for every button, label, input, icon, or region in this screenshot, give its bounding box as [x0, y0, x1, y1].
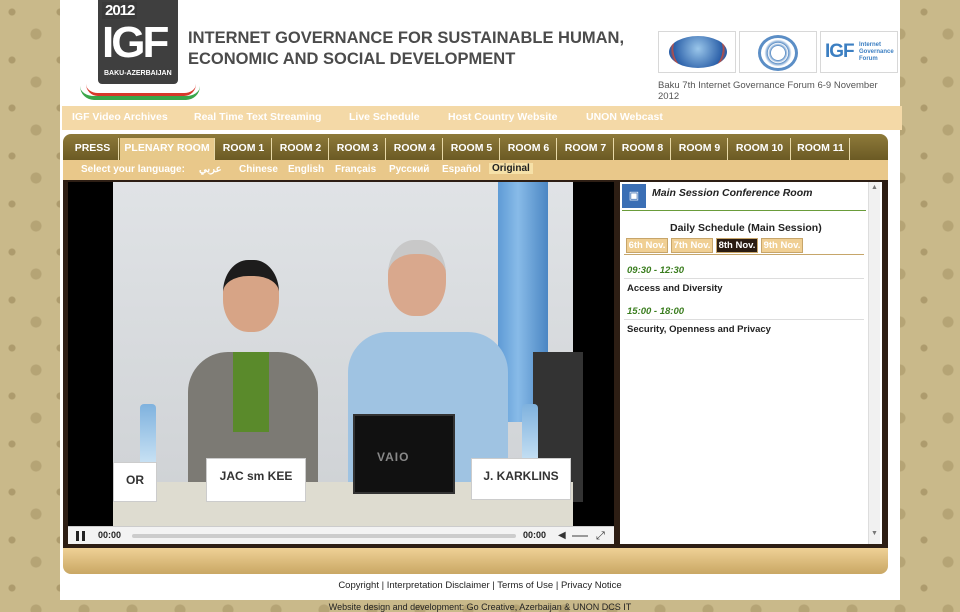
footer-links[interactable]: Copyright | Interpretation Disclaimer | …	[60, 580, 900, 591]
un-emblem-icon	[758, 35, 798, 71]
volume-icon[interactable]: ◀	[558, 530, 566, 541]
nav-video-archives[interactable]: IGF Video Archives	[72, 111, 168, 123]
video-player[interactable]: VAIO OR JAC sm KEE J. KARKLINS	[68, 182, 614, 526]
site-title: INTERNET GOVERNANCE FOR SUSTAINABLE HUMA…	[188, 28, 628, 70]
divider	[624, 319, 864, 320]
tab-room-4[interactable]: ROOM 4	[387, 138, 443, 160]
slot-title[interactable]: Access and Diversity	[627, 283, 723, 294]
bottom-bar	[63, 548, 888, 574]
igf-logo[interactable]: 2012 IGF BAKU-AZERBAIJAN	[72, 0, 200, 104]
progress-bar[interactable]	[132, 534, 516, 538]
laptop: VAIO	[353, 414, 455, 494]
language-original[interactable]: Original	[489, 163, 533, 174]
video-person-left-scarf	[233, 352, 269, 432]
page-container: 2012 IGF BAKU-AZERBAIJAN INTERNET GOVERN…	[60, 0, 902, 600]
igf-small-logo-text: IGF	[825, 41, 855, 62]
volume-slider[interactable]	[572, 535, 588, 537]
logo-text: IGF	[102, 18, 169, 67]
day-tab-9-nov[interactable]: 9th Nov.	[761, 238, 803, 253]
language-bar: Select your language: عربي Chinese Engli…	[63, 160, 888, 180]
tab-room-5[interactable]: ROOM 5	[444, 138, 500, 160]
divider	[624, 254, 864, 255]
day-tab-7-nov[interactable]: 7th Nov.	[671, 238, 713, 253]
top-nav: IGF Video Archives Real Time Text Stream…	[62, 106, 902, 130]
pause-icon[interactable]	[76, 531, 85, 541]
language-label: Select your language:	[81, 164, 185, 175]
footer-credit: Website design and development: Go Creat…	[328, 602, 632, 612]
logo-year: 2012	[102, 2, 138, 19]
divider	[624, 278, 864, 279]
divider	[622, 210, 866, 211]
logo-subtitle: BAKU-AZERBAIJAN	[104, 70, 172, 77]
partner-logo-igf[interactable]: IGF Internet Governance Forum	[820, 31, 898, 73]
language-spanish[interactable]: Español	[442, 164, 481, 175]
slot-time: 15:00 - 18:00	[627, 306, 685, 317]
tab-room-10[interactable]: ROOM 10	[729, 138, 791, 160]
water-bottle	[140, 404, 156, 464]
tab-room-9[interactable]: ROOM 9	[672, 138, 728, 160]
nav-live-schedule[interactable]: Live Schedule	[349, 111, 420, 123]
earth-icon	[669, 36, 727, 68]
time-current: 00:00	[98, 530, 122, 540]
slot-title[interactable]: Security, Openness and Privacy	[627, 324, 771, 335]
language-english[interactable]: English	[288, 164, 324, 175]
tab-room-2[interactable]: ROOM 2	[273, 138, 329, 160]
water-bottle	[522, 404, 538, 464]
schedule-panel: ▣ Main Session Conference Room Daily Sch…	[620, 182, 882, 544]
nav-unon-webcast[interactable]: UNON Webcast	[586, 111, 663, 123]
nav-host-country[interactable]: Host Country Website	[448, 111, 557, 123]
content-frame: VAIO OR JAC sm KEE J. KARKLINS 00:00 00:…	[63, 180, 888, 548]
language-chinese[interactable]: Chinese	[239, 164, 278, 175]
video-person-left-head	[223, 260, 279, 332]
tab-press[interactable]: PRESS	[67, 138, 119, 160]
nameplate-left: OR	[113, 462, 157, 502]
nameplate-right: J. KARKLINS	[471, 458, 571, 500]
day-tab-6-nov[interactable]: 6th Nov.	[626, 238, 668, 253]
room-title: Main Session Conference Room	[652, 187, 813, 199]
room-tabs: PRESS PLENARY ROOM ROOM 1 ROOM 2 ROOM 3 …	[63, 134, 888, 160]
video-person-right-head	[388, 240, 446, 316]
logo-swoosh-green	[80, 86, 200, 100]
language-french[interactable]: Français	[335, 164, 376, 175]
forum-caption: Baku 7th Internet Governance Forum 6-9 N…	[658, 80, 878, 102]
tab-plenary-room[interactable]: PLENARY ROOM	[120, 138, 215, 160]
igf-small-logo-sub: Internet Governance Forum	[859, 42, 894, 62]
scroll-down-icon[interactable]: ▼	[871, 530, 878, 537]
partner-logo-un[interactable]	[739, 31, 817, 73]
language-arabic[interactable]: عربي	[199, 164, 222, 175]
language-russian[interactable]: Русский	[389, 164, 429, 175]
tab-room-3[interactable]: ROOM 3	[330, 138, 386, 160]
scrollbar[interactable]: ▲ ▼	[868, 182, 880, 544]
fullscreen-icon[interactable]: ⤢	[596, 530, 605, 543]
time-total: 00:00	[523, 530, 547, 540]
player-controls: 00:00 00:00 ◀ ⤢	[68, 526, 614, 544]
partner-logo-earth[interactable]	[658, 31, 736, 73]
slot-time: 09:30 - 12:30	[627, 265, 685, 276]
tab-room-8[interactable]: ROOM 8	[615, 138, 671, 160]
site-title-line2: ECONOMIC AND SOCIAL DEVELOPMENT	[188, 50, 516, 68]
room-camera-icon: ▣	[622, 184, 646, 208]
nav-real-time-text[interactable]: Real Time Text Streaming	[194, 111, 321, 123]
scroll-up-icon[interactable]: ▲	[871, 184, 878, 191]
tab-room-1[interactable]: ROOM 1	[216, 138, 272, 160]
tab-room-6[interactable]: ROOM 6	[501, 138, 557, 160]
schedule-title: Daily Schedule (Main Session)	[670, 222, 822, 234]
tab-room-7[interactable]: ROOM 7	[558, 138, 614, 160]
site-title-line1: INTERNET GOVERNANCE FOR SUSTAINABLE HUMA…	[188, 29, 625, 47]
tab-room-11[interactable]: ROOM 11	[792, 138, 850, 160]
laptop-brand: VAIO	[377, 450, 410, 464]
day-tab-8-nov[interactable]: 8th Nov.	[716, 238, 758, 253]
nameplate-center: JAC sm KEE	[206, 458, 306, 502]
